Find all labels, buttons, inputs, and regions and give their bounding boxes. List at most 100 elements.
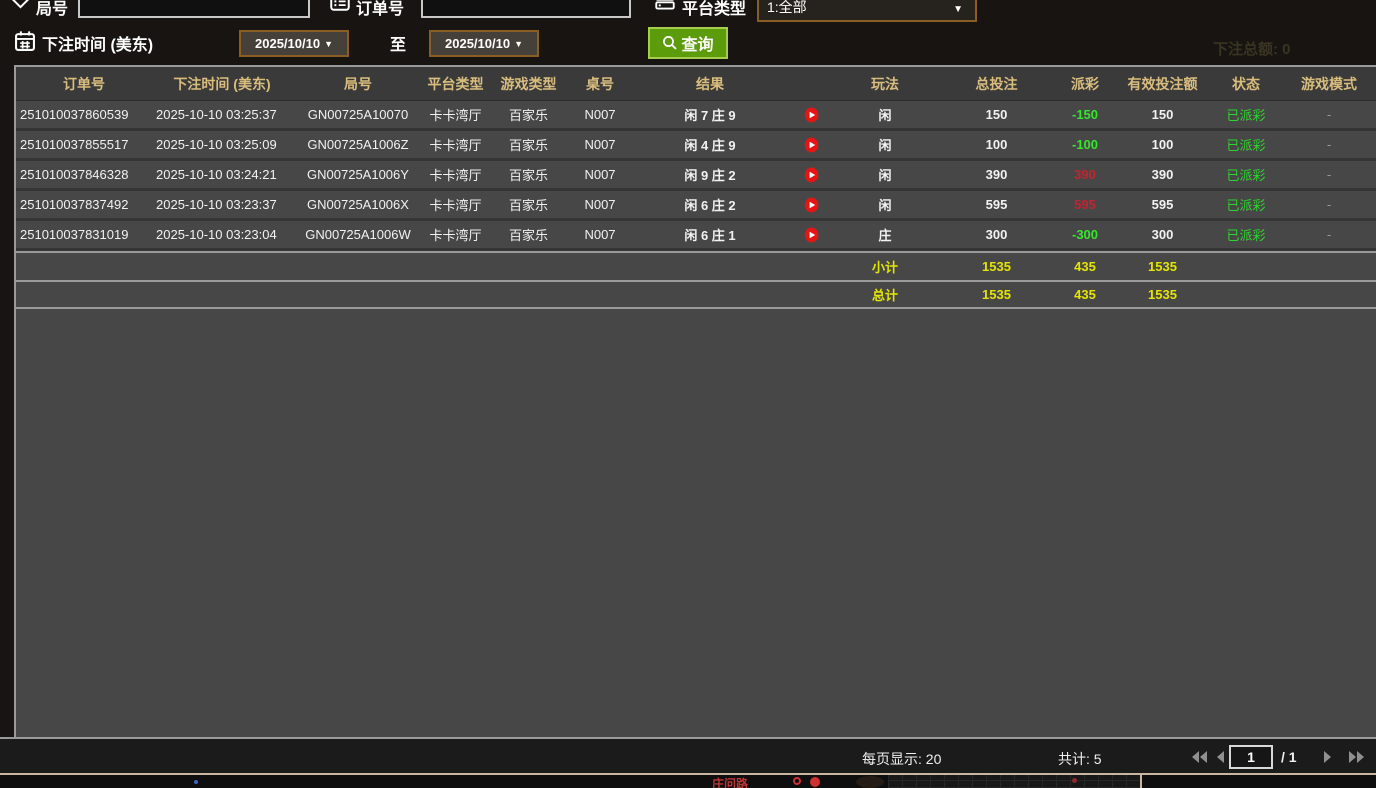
query-button[interactable]: 查询 (648, 27, 728, 59)
date-to-value: 2025/10/10 (445, 36, 510, 51)
column-header-13: 游戏模式 (1282, 74, 1376, 94)
play-video-icon[interactable] (790, 136, 832, 153)
cell-order: 251010037846328 (16, 167, 152, 182)
subtotal-row: 小计15354351535 (16, 251, 1376, 280)
cell-play: 闲 (832, 195, 938, 214)
background-divider (1140, 775, 1142, 788)
player-dot-icon (810, 777, 820, 787)
cell-status: 已派彩 (1210, 135, 1282, 154)
platform-type-label: 平台类型 (682, 0, 746, 19)
cell-platform: 卡卡湾厅 (424, 135, 487, 154)
cell-total_bet: 150 (938, 107, 1055, 122)
cell-table_no: N007 (570, 167, 630, 182)
cell-payout: -150 (1055, 107, 1115, 122)
platform-type-value: 1:全部 (767, 0, 807, 17)
cell-order: 251010037831019 (16, 227, 152, 242)
cell-play: 闲 (832, 165, 938, 184)
grand-total-label: 总计 (832, 285, 938, 304)
cell-play: 闲 (832, 135, 938, 154)
grand-total-row: 总计15354351535 (16, 280, 1376, 309)
column-header-9: 总投注 (938, 74, 1055, 94)
chevron-down-icon: ▼ (514, 39, 523, 49)
date-from-picker[interactable]: 2025/10/10 ▼ (239, 30, 349, 57)
cell-total_bet: 100 (938, 137, 1055, 152)
grand-total-payout: 435 (1055, 287, 1115, 302)
next-page-icon[interactable] (1322, 750, 1334, 764)
banker-circle-icon (793, 777, 801, 785)
cell-platform: 卡卡湾厅 (424, 105, 487, 124)
cell-game: 百家乐 (487, 135, 570, 154)
column-header-2: 局号 (292, 74, 424, 94)
cell-order: 251010037837492 (16, 197, 152, 212)
subtotal-payout: 435 (1055, 259, 1115, 274)
cell-table_no: N007 (570, 107, 630, 122)
play-video-icon[interactable] (790, 226, 832, 243)
table-row: 2510100378374922025-10-10 03:23:37GN0072… (16, 191, 1376, 221)
order-id-input[interactable] (421, 0, 631, 18)
cell-platform: 卡卡湾厅 (424, 165, 487, 184)
pagination-bar: 每页显示: 20 共计: 5 1 / 1 (0, 737, 1376, 773)
query-button-label: 查询 (681, 31, 713, 55)
marker-dot-red (1072, 778, 1077, 783)
cell-round: GN00725A1006Y (292, 167, 424, 182)
last-page-icon[interactable] (1348, 750, 1366, 764)
road-map-label: 庄问路 (712, 775, 748, 788)
cell-time: 2025-10-10 03:25:37 (152, 107, 292, 122)
cell-result: 闲 6 庄 1 (630, 225, 790, 244)
date-to-picker[interactable]: 2025/10/10 ▼ (429, 30, 539, 57)
cell-time: 2025-10-10 03:23:04 (152, 227, 292, 242)
total-count-label: 共计: 5 (1058, 749, 1102, 769)
chevron-down-icon: ▼ (953, 4, 963, 15)
background-shape (856, 776, 884, 788)
cell-order: 251010037860539 (16, 107, 152, 122)
column-header-6: 结果 (630, 74, 790, 94)
play-video-icon[interactable] (790, 166, 832, 183)
round-id-input[interactable] (78, 0, 310, 18)
subtotal-total-bet: 1535 (938, 259, 1055, 274)
cell-status: 已派彩 (1210, 105, 1282, 124)
chevron-down-icon: ▼ (324, 39, 333, 49)
cell-valid_bet: 390 (1115, 167, 1210, 182)
cell-total_bet: 300 (938, 227, 1055, 242)
play-video-icon[interactable] (790, 106, 832, 123)
cell-game: 百家乐 (487, 225, 570, 244)
calendar-icon (14, 30, 36, 52)
prev-page-icon[interactable] (1214, 750, 1226, 764)
cell-payout: 595 (1055, 197, 1115, 212)
column-header-8: 玩法 (832, 74, 938, 94)
cell-total_bet: 595 (938, 197, 1055, 212)
cell-result: 闲 4 庄 9 (630, 135, 790, 154)
column-header-4: 游戏类型 (487, 74, 570, 94)
date-from-value: 2025/10/10 (255, 36, 320, 51)
cell-mode: - (1282, 107, 1376, 122)
order-list-icon (330, 0, 350, 11)
platform-type-select[interactable]: 1:全部 ▼ (757, 0, 977, 22)
cell-total_bet: 390 (938, 167, 1055, 182)
cell-play: 庄 (832, 225, 938, 244)
cell-play: 闲 (832, 105, 938, 124)
table-header-row: 订单号下注时间 (美东)局号平台类型游戏类型桌号结果玩法总投注派彩有效投注额状态… (16, 67, 1376, 101)
cell-mode: - (1282, 227, 1376, 242)
page-number-input[interactable]: 1 (1229, 745, 1273, 769)
play-video-icon[interactable] (790, 196, 832, 213)
grand-total-total-bet: 1535 (938, 287, 1055, 302)
round-id-icon (8, 0, 32, 9)
cell-round: GN00725A1006X (292, 197, 424, 212)
first-page-icon[interactable] (1190, 750, 1208, 764)
cell-payout: -300 (1055, 227, 1115, 242)
page-total-label: / 1 (1281, 749, 1297, 765)
cell-platform: 卡卡湾厅 (424, 195, 487, 214)
platform-icon (655, 0, 675, 11)
cell-result: 闲 9 庄 2 (630, 165, 790, 184)
subtotal-label: 小计 (832, 257, 938, 276)
cell-time: 2025-10-10 03:24:21 (152, 167, 292, 182)
column-header-1: 下注时间 (美东) (152, 74, 292, 94)
cell-table_no: N007 (570, 137, 630, 152)
bet-time-label: 下注时间 (美东) (42, 31, 153, 55)
cell-valid_bet: 100 (1115, 137, 1210, 152)
table-row: 2510100378310192025-10-10 03:23:04GN0072… (16, 221, 1376, 251)
grand-total-valid-bet: 1535 (1115, 287, 1210, 302)
cell-platform: 卡卡湾厅 (424, 225, 487, 244)
cell-round: GN00725A10070 (292, 107, 424, 122)
cell-time: 2025-10-10 03:23:37 (152, 197, 292, 212)
